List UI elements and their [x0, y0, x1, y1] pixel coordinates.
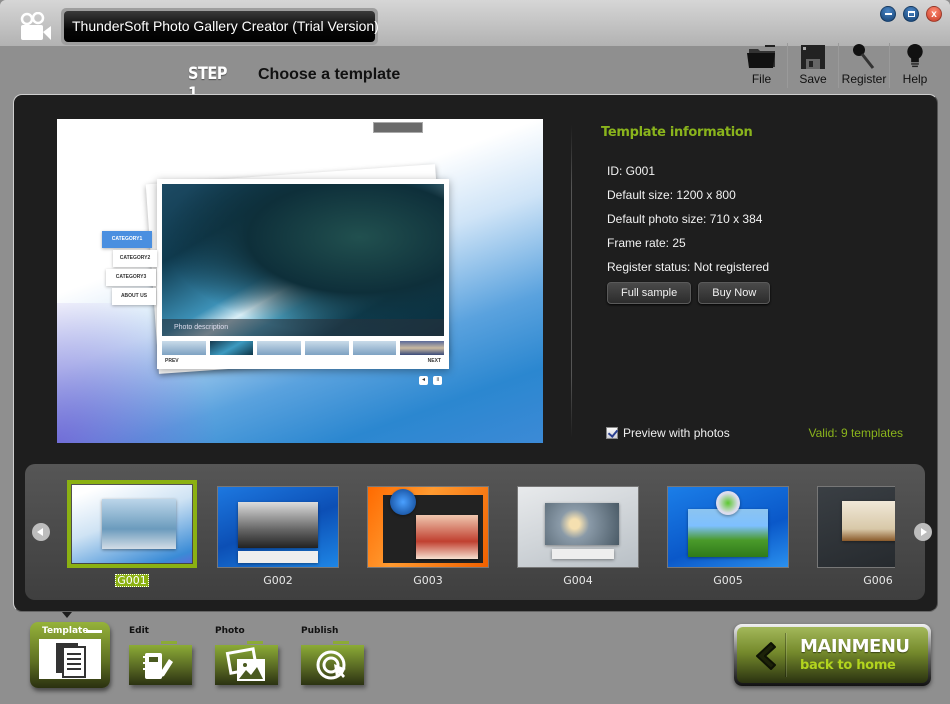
template-preview: Photo description PREV NEXT CATEGORY1 CA… — [57, 119, 543, 443]
gallery-scroll-left-button[interactable] — [32, 523, 50, 541]
panel-divider — [571, 125, 572, 438]
tab-edit-label: Edit — [129, 626, 149, 636]
template-frame-rate: Frame rate: 25 — [607, 236, 686, 250]
preview-nav: PREV NEXT — [165, 358, 441, 364]
preview-sound-icon: ◂ — [419, 376, 428, 385]
template-thumb-g001[interactable] — [67, 480, 197, 568]
template-info-lines: ID: G001 Default size: 1200 x 800 Defaul… — [607, 164, 921, 284]
close-icon: x — [931, 8, 937, 20]
preview-thumb — [257, 341, 302, 355]
template-thumb-g002[interactable] — [217, 486, 339, 568]
key-icon — [853, 44, 875, 69]
template-label: G005 — [713, 574, 743, 587]
preview-category: CATEGORY3 — [106, 269, 156, 286]
video-camera-icon — [20, 12, 51, 40]
app-window: ThunderSoft Photo Gallery Creator (Trial… — [0, 0, 950, 704]
checkbox-checked-icon[interactable] — [606, 427, 618, 439]
template-info-heading: Template information — [601, 125, 753, 140]
template-photo-size: Default photo size: 710 x 384 — [607, 212, 763, 226]
workflow-tabs: Template Edit Photo Publish — [30, 620, 374, 690]
mainmenu-title: MAINMENU — [800, 636, 910, 657]
preview-photo — [162, 184, 444, 336]
tab-publish-label: Publish — [301, 626, 339, 636]
preview-thumbstrip — [162, 341, 445, 355]
active-tab-pointer — [62, 612, 72, 618]
help-label: Help — [902, 72, 928, 86]
template-thumb-g005[interactable] — [667, 486, 789, 568]
template-thumbnails: G001 G002 G003 G004 G005 G006 — [67, 480, 895, 590]
valid-templates-count: Valid: 9 templates — [808, 426, 904, 440]
main-panel: Photo description PREV NEXT CATEGORY1 CA… — [13, 94, 938, 612]
template-id: ID: G001 — [607, 164, 656, 178]
template-label: G004 — [563, 574, 593, 587]
preview-thumb — [305, 341, 349, 355]
save-button[interactable]: Save — [787, 43, 838, 88]
register-button[interactable]: Register — [838, 43, 889, 88]
file-button[interactable]: File — [736, 43, 787, 88]
title-box: ThunderSoft Photo Gallery Creator (Trial… — [61, 8, 379, 45]
close-button[interactable]: x — [926, 6, 942, 22]
buy-now-button[interactable]: Buy Now — [698, 282, 771, 304]
chevron-left-icon — [756, 642, 776, 670]
preview-watermark-badge — [373, 122, 423, 133]
template-label: G002 — [263, 574, 293, 587]
preview-photo-card: Photo description PREV NEXT — [157, 179, 449, 369]
floppy-disk-icon — [801, 45, 825, 69]
preview-with-photos-label: Preview with photos — [623, 426, 730, 440]
save-label: Save — [799, 72, 827, 86]
publish-target-icon — [316, 650, 346, 680]
template-register-status: Register status: Not registered — [607, 260, 770, 274]
template-default-size: Default size: 1200 x 800 — [607, 188, 736, 202]
full-sample-button[interactable]: Full sample — [607, 282, 692, 304]
preview-category: CATEGORY2 — [113, 250, 157, 267]
window-controls: x — [880, 6, 942, 22]
tab-publish[interactable]: Publish — [288, 620, 374, 690]
tab-edit[interactable]: Edit — [116, 620, 202, 690]
preview-thumb — [209, 341, 254, 355]
file-label: File — [751, 72, 772, 86]
template-gallery: G001 G002 G003 G004 G005 G006 — [25, 464, 932, 600]
template-label: G003 — [413, 574, 443, 587]
template-label: G006 — [863, 574, 893, 587]
template-info-buttons: Full sample Buy Now — [607, 282, 921, 304]
template-info: Template information ID: G001 Default si… — [601, 125, 921, 304]
preview-thumb — [400, 341, 445, 355]
preview-next: NEXT — [427, 358, 441, 364]
preview-category: CATEGORY1 — [102, 231, 152, 248]
toolbar: File Save Register Help — [736, 43, 940, 88]
preview-pause-icon: ॥ — [433, 376, 442, 385]
preview-with-photos-checkbox[interactable]: Preview with photos — [606, 426, 730, 440]
maximize-button[interactable] — [903, 6, 919, 22]
preview-category: ABOUT US — [112, 288, 156, 305]
template-thumb-g006[interactable] — [817, 486, 895, 568]
minimize-button[interactable] — [880, 6, 896, 22]
template-thumb-g003[interactable] — [367, 486, 489, 568]
mainmenu-button[interactable]: MAINMENU back to home — [734, 624, 931, 686]
photos-icon — [225, 647, 265, 681]
notebook-pencil-icon — [143, 653, 173, 679]
preview-prev: PREV — [165, 358, 179, 364]
mainmenu-subtitle: back to home — [800, 658, 896, 673]
preview-thumb — [352, 341, 397, 355]
tab-template-label: Template — [42, 626, 89, 636]
window-title: ThunderSoft Photo Gallery Creator (Trial… — [64, 11, 379, 42]
gallery-scroll-right-button[interactable] — [914, 523, 932, 541]
folder-icon — [746, 45, 775, 68]
template-thumb-g004[interactable] — [517, 486, 639, 568]
step-title: Choose a template — [258, 66, 401, 83]
preview-thumb — [162, 341, 206, 355]
help-button[interactable]: Help — [889, 43, 940, 88]
lightbulb-icon — [907, 43, 923, 68]
document-icon — [56, 643, 86, 678]
tab-template[interactable]: Template — [30, 620, 112, 690]
template-label: G001 — [115, 574, 149, 587]
minimize-icon — [884, 13, 892, 15]
tab-photo-label: Photo — [215, 626, 245, 636]
preview-photo-description: Photo description — [162, 319, 444, 336]
register-label: Register — [841, 72, 887, 86]
tab-photo[interactable]: Photo — [202, 620, 288, 690]
maximize-icon — [907, 11, 915, 17]
